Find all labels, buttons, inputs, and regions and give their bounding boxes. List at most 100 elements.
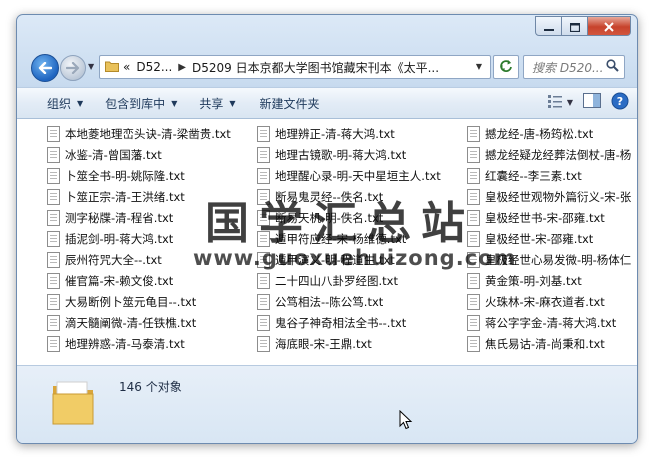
file-name: 鬼谷子神奇相法全书--.txt — [275, 315, 407, 330]
file-item[interactable]: 皇极经世书-宋-邵雍.txt — [467, 207, 631, 228]
text-file-icon — [467, 230, 480, 247]
file-item[interactable]: 黄金策-明-刘基.txt — [467, 270, 631, 291]
forward-button[interactable] — [60, 55, 86, 81]
file-item[interactable]: 遁甲符应经-宋-杨维德.txt — [257, 228, 441, 249]
file-item[interactable]: 地理辨正-清-蒋大鸿.txt — [257, 123, 441, 144]
address-dropdown[interactable]: ▼ — [470, 56, 488, 76]
help-button[interactable]: ? — [611, 91, 629, 113]
text-file-icon — [467, 293, 480, 310]
file-item[interactable]: 插泥剑-明-蒋大鸿.txt — [47, 228, 231, 249]
breadcrumb-item-current[interactable]: D5209 日本京都大学图书馆藏宋刊本《太平... — [192, 59, 439, 76]
folder-icon — [51, 376, 95, 432]
chevron-down-icon: ▼ — [171, 98, 178, 108]
file-item[interactable]: 测字秘牒-清-程省.txt — [47, 207, 231, 228]
refresh-button[interactable] — [493, 55, 519, 79]
file-name: 断易鬼灵经--佚名.txt — [275, 189, 384, 204]
file-item[interactable]: 皇极经世-宋-邵雍.txt — [467, 228, 631, 249]
file-name: 断易天机-明-佚名.txt — [275, 210, 384, 225]
file-item[interactable]: 红囊经--李三素.txt — [467, 165, 631, 186]
close-button[interactable] — [588, 16, 631, 36]
file-item[interactable]: 火珠林-宋-麻衣道者.txt — [467, 291, 631, 312]
text-file-icon — [47, 230, 60, 247]
details-pane: 146 个对象 — [17, 365, 637, 443]
file-name: 撼龙经疑龙经葬法倒杖-唐-杨 — [485, 147, 632, 162]
caption-buttons — [535, 16, 631, 36]
text-file-icon — [47, 125, 60, 142]
file-name: 海底眼-宋-王鼎.txt — [275, 336, 372, 351]
file-name: 红囊经--李三素.txt — [485, 168, 582, 183]
file-item[interactable]: 蒋公字字金-清-蒋大鸿.txt — [467, 312, 631, 333]
file-item[interactable]: 遁甲演义-明-程道生.txt — [257, 249, 441, 270]
address-bar[interactable]: « D52... ▶ D5209 日本京都大学图书馆藏宋刊本《太平... — [99, 55, 491, 79]
maximize-button[interactable] — [562, 16, 588, 36]
file-name: 火珠林-宋-麻衣道者.txt — [485, 294, 605, 309]
file-item[interactable]: 冰鉴-清-曾国藩.txt — [47, 144, 231, 165]
command-bar: 组织 ▼ 包含到库中 ▼ 共享 ▼ 新建文件夹 ▼ ? — [17, 87, 637, 119]
include-in-library-menu[interactable]: 包含到库中 ▼ — [97, 91, 185, 115]
file-item[interactable]: 本地菱地理峦头诀-清-梁凿贵.txt — [47, 123, 231, 144]
file-list: 本地菱地理峦头诀-清-梁凿贵.txt 冰鉴-清-曾国藩.txt 卜筮全书-明-姚际隆… — [17, 119, 637, 365]
text-file-icon — [467, 146, 480, 163]
file-name: 皇极经世观物外篇衍义-宋-张 — [485, 189, 632, 204]
text-file-icon — [467, 209, 480, 226]
text-file-icon — [467, 167, 480, 184]
file-item[interactable]: 撼龙经-唐-杨筠松.txt — [467, 123, 631, 144]
folder-icon — [105, 60, 119, 75]
file-item[interactable]: 海底眼-宋-王鼎.txt — [257, 333, 441, 354]
new-folder-label: 新建文件夹 — [259, 96, 320, 111]
file-column-2: 地理辨正-清-蒋大鸿.txt 地理古镜歌-明-蒋大鸿.txt 地理醒心录-明-天中星… — [257, 123, 441, 354]
breadcrumb-prefix[interactable]: « — [123, 60, 130, 74]
file-item[interactable]: 皇极经世观物外篇衍义-宋-张 — [467, 186, 631, 207]
search-input[interactable]: 搜索 D520... — [532, 59, 606, 76]
file-item[interactable]: 辰州符咒大全--.txt — [47, 249, 231, 270]
file-name: 皇极经世书-宋-邵雍.txt — [485, 210, 605, 225]
back-button[interactable] — [31, 54, 59, 82]
file-name: 大易断例卜筮元龟目--.txt — [65, 294, 197, 309]
chevron-right-icon[interactable]: ▶ — [178, 62, 186, 73]
file-item[interactable]: 大易断例卜筮元龟目--.txt — [47, 291, 231, 312]
file-item[interactable]: 卜筮正宗-清-王洪绪.txt — [47, 186, 231, 207]
help-icon: ? — [611, 92, 629, 113]
text-file-icon — [257, 272, 270, 289]
file-item[interactable]: 断易鬼灵经--佚名.txt — [257, 186, 441, 207]
recent-pages-dropdown[interactable]: ▼ — [88, 62, 94, 71]
file-name: 蒋公字字金-清-蒋大鸿.txt — [485, 315, 617, 330]
text-file-icon — [47, 314, 60, 331]
file-item[interactable]: 公笃相法--陈公笃.txt — [257, 291, 441, 312]
share-menu[interactable]: 共享 ▼ — [191, 91, 243, 115]
breadcrumb-item-parent[interactable]: D52... — [136, 60, 172, 74]
text-file-icon — [467, 125, 480, 142]
text-file-icon — [467, 335, 480, 352]
file-name: 滴天髓阐微-清-任铁樵.txt — [65, 315, 197, 330]
text-file-icon — [257, 251, 270, 268]
search-box[interactable]: 搜索 D520... — [523, 55, 625, 79]
file-item[interactable]: 焦氏易诂-清-尚秉和.txt — [467, 333, 631, 354]
view-options-button[interactable]: ▼ — [547, 91, 573, 113]
file-item[interactable]: 催官篇-宋-赖文俊.txt — [47, 270, 231, 291]
file-item[interactable]: 撼龙经疑龙经葬法倒杖-唐-杨 — [467, 144, 631, 165]
file-item[interactable]: 地理醒心录-明-天中星垣主人.txt — [257, 165, 441, 186]
explorer-window: ▼ « D52... ▶ D5209 日本京都大学图书馆藏宋刊本《太平... ▼… — [16, 14, 638, 444]
minimize-button[interactable] — [535, 16, 562, 36]
file-item[interactable]: 鬼谷子神奇相法全书--.txt — [257, 312, 441, 333]
text-file-icon — [47, 188, 60, 205]
file-item[interactable]: 卜筮全书-明-姚际隆.txt — [47, 165, 231, 186]
file-item[interactable]: 地理古镜歌-明-蒋大鸿.txt — [257, 144, 441, 165]
text-file-icon — [47, 146, 60, 163]
file-item[interactable]: 断易天机-明-佚名.txt — [257, 207, 441, 228]
organize-menu[interactable]: 组织 ▼ — [39, 91, 91, 115]
file-item[interactable]: 皇极经世心易发微-明-杨体仁 — [467, 249, 631, 270]
view-list-icon — [547, 94, 563, 111]
mouse-cursor — [399, 409, 413, 434]
text-file-icon — [47, 272, 60, 289]
file-item[interactable]: 滴天髓阐微-清-任铁樵.txt — [47, 312, 231, 333]
chevron-down-icon: ▼ — [566, 97, 573, 107]
preview-pane-icon — [583, 93, 601, 111]
preview-pane-button[interactable] — [583, 91, 601, 113]
file-name: 黄金策-明-刘基.txt — [485, 273, 582, 288]
new-folder-button[interactable]: 新建文件夹 — [252, 91, 328, 115]
file-item[interactable]: 地理辨惑-清-马泰清.txt — [47, 333, 231, 354]
file-item[interactable]: 二十四山八卦罗经图.txt — [257, 270, 441, 291]
svg-text:?: ? — [617, 95, 623, 108]
text-file-icon — [257, 335, 270, 352]
